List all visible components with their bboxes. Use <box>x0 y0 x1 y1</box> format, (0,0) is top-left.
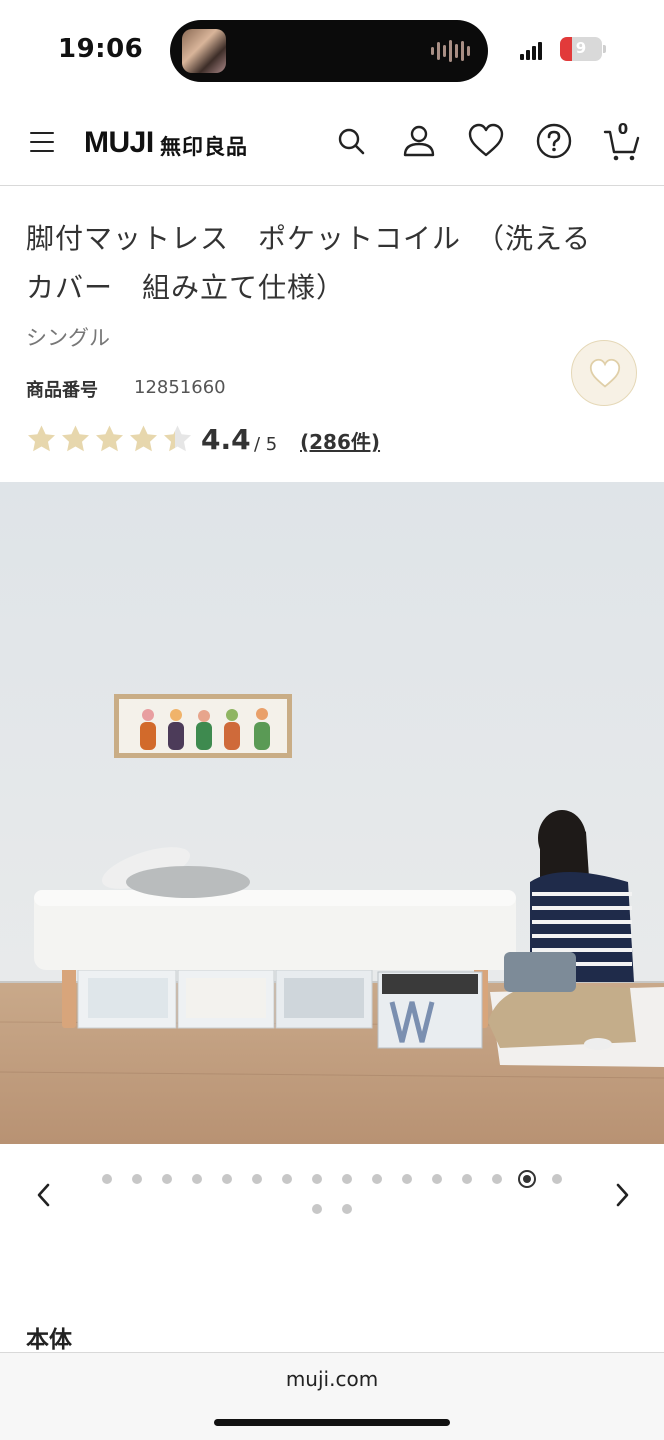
dynamic-island[interactable] <box>170 20 488 82</box>
carousel-dot[interactable] <box>162 1174 172 1184</box>
carousel-dot[interactable] <box>372 1174 382 1184</box>
carousel-dot[interactable] <box>312 1204 322 1214</box>
heart-icon[interactable] <box>467 122 505 160</box>
review-count-link[interactable]: (286件) <box>300 426 380 455</box>
carousel-dot[interactable] <box>192 1174 202 1184</box>
product-title-line-1: 脚付マットレス ポケットコイル （洗える <box>26 222 592 255</box>
carousel-dot[interactable] <box>312 1174 322 1184</box>
product-size: シングル <box>26 326 110 350</box>
carousel-dot[interactable] <box>222 1174 232 1184</box>
logo-mujirushi[interactable]: 無印良品 <box>160 131 248 161</box>
home-indicator[interactable] <box>214 1419 450 1426</box>
rating-stars <box>26 424 193 455</box>
cellular-signal-icon <box>520 40 542 60</box>
carousel-dot[interactable] <box>132 1174 142 1184</box>
site-header: MUJI 無印良品 0 <box>0 104 664 186</box>
product-image[interactable] <box>0 482 664 1144</box>
carousel-dot[interactable] <box>252 1174 262 1184</box>
carousel-dot[interactable] <box>282 1174 292 1184</box>
section-heading: 本体 <box>26 1327 72 1353</box>
product-title-line-2: カバー 組み立て仕様） <box>26 271 346 304</box>
carousel-dot[interactable] <box>342 1174 352 1184</box>
carousel-pagination-row-2 <box>0 1204 664 1214</box>
now-playing-artwork <box>182 29 226 73</box>
address-bar[interactable]: muji.com <box>0 1367 664 1391</box>
carousel-dot-active[interactable] <box>518 1170 536 1188</box>
carousel-dot[interactable] <box>432 1174 442 1184</box>
heart-icon <box>589 358 621 388</box>
product-title: 脚付マットレス ポケットコイル （洗える カバー 組み立て仕様） <box>26 214 646 312</box>
carousel-dot[interactable] <box>102 1174 112 1184</box>
rating-max: / 5 <box>254 434 278 455</box>
cart-count-badge: 0 <box>617 120 629 138</box>
rating-star-icon <box>164 425 191 452</box>
audio-waveform-icon <box>431 38 470 64</box>
product-number-label: 商品番号 <box>26 380 98 401</box>
battery-tip <box>603 45 606 53</box>
carousel-pagination <box>0 1170 664 1188</box>
logo-muji[interactable]: MUJI <box>84 126 154 160</box>
status-time: 19:06 <box>58 34 144 64</box>
product-number: 12851660 <box>134 377 226 398</box>
status-bar: 19:06 9 <box>0 0 664 100</box>
browser-bottom-bar: muji.com <box>0 1352 664 1440</box>
carousel-dot[interactable] <box>462 1174 472 1184</box>
account-icon[interactable] <box>400 122 438 160</box>
add-to-favorites-button[interactable] <box>571 340 637 406</box>
rating-value: 4.4 <box>201 423 251 456</box>
product-page: 19:06 9 MUJI 無印良品 0 脚付マットレス ポケットコイル （洗える… <box>0 0 664 1440</box>
search-icon[interactable] <box>332 122 370 160</box>
carousel-dot[interactable] <box>342 1204 352 1214</box>
carousel-dot[interactable] <box>492 1174 502 1184</box>
rating-star-icon <box>62 425 89 452</box>
rating-star-icon <box>28 425 55 452</box>
battery-icon: 9 <box>560 37 602 61</box>
carousel-dot[interactable] <box>552 1174 562 1184</box>
battery-percent: 9 <box>575 39 587 57</box>
help-icon[interactable] <box>535 122 573 160</box>
carousel-dot[interactable] <box>402 1174 412 1184</box>
rating-star-icon <box>96 425 123 452</box>
menu-icon[interactable] <box>30 132 54 152</box>
rating-star-icon <box>130 425 157 452</box>
